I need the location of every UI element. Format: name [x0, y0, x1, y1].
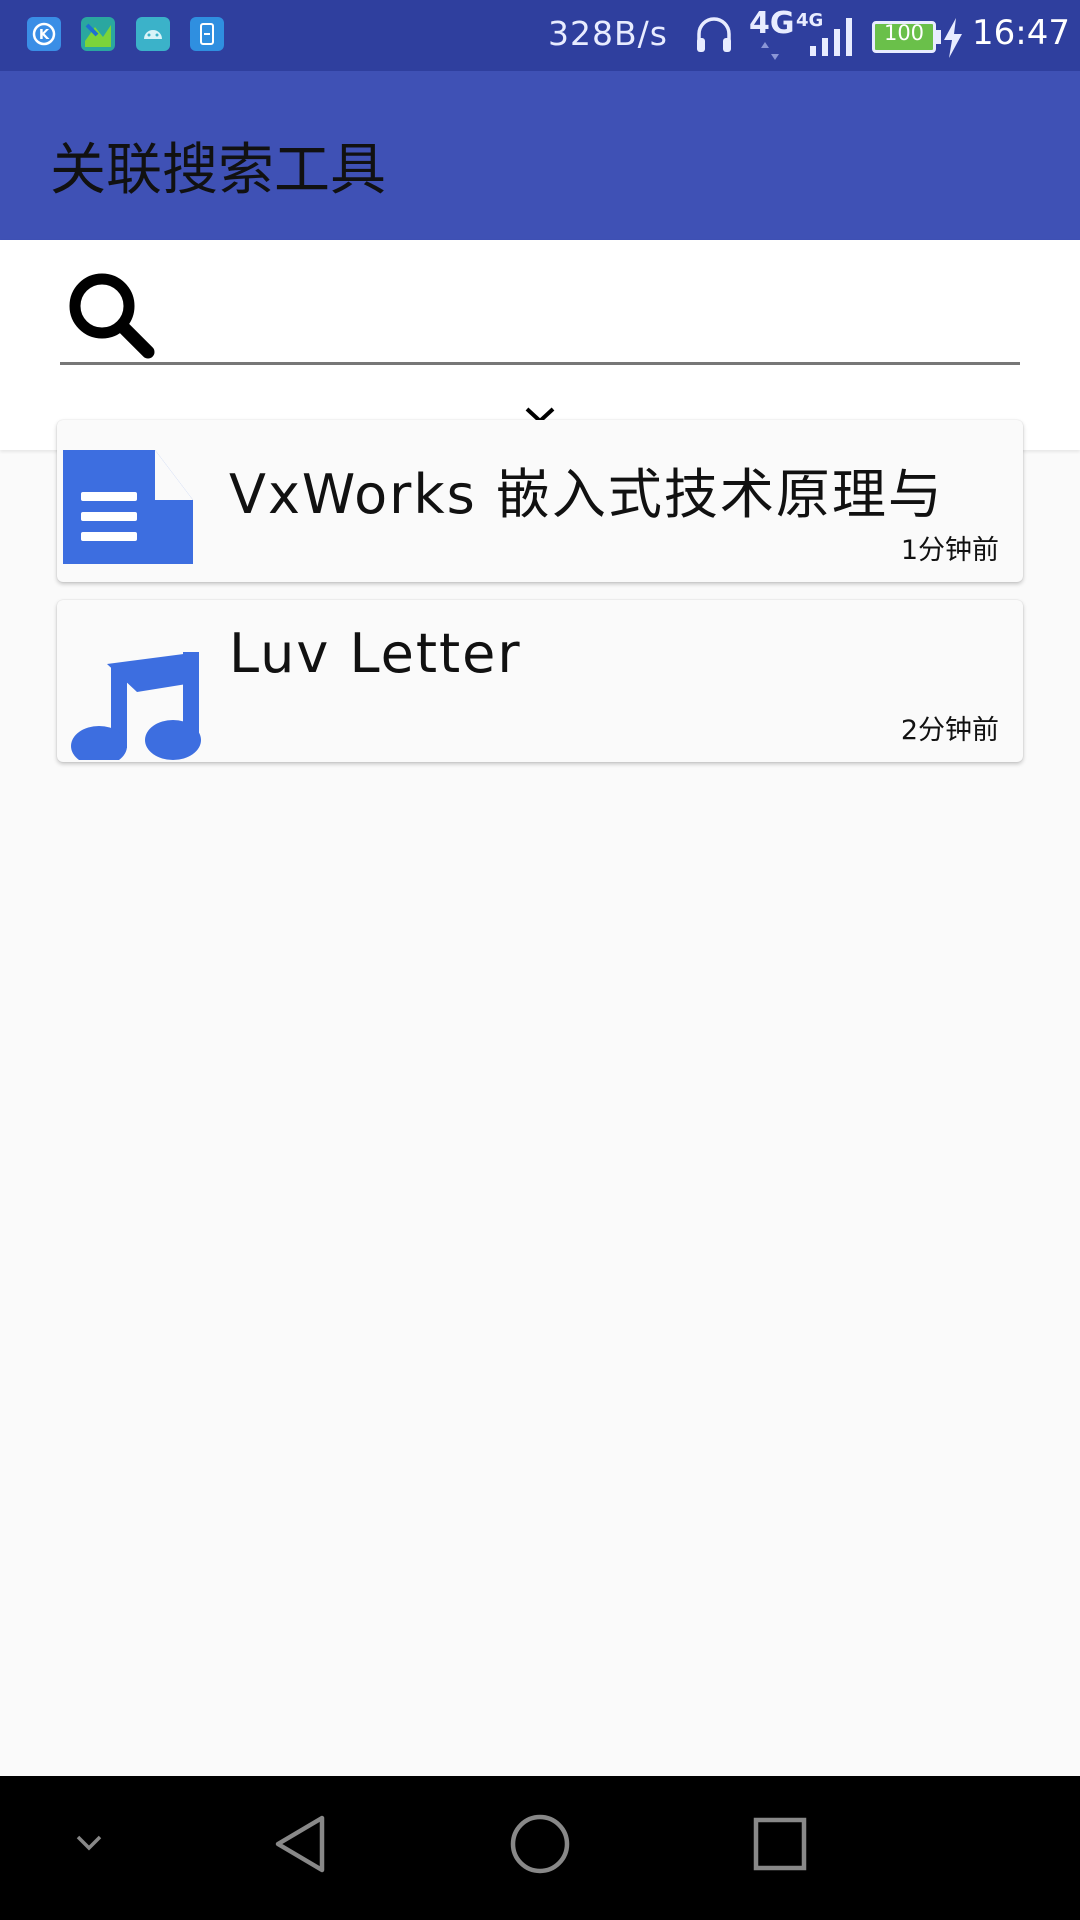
k-app-icon: K — [27, 17, 61, 51]
item-title: VxWorks 嵌入式技术原理与 — [229, 463, 944, 526]
document-icon — [63, 450, 193, 564]
android-app-icon — [136, 17, 170, 51]
status-bar: K 328B/s 4G 4G 100 16:47 — [0, 0, 1080, 71]
svg-text:K: K — [39, 28, 50, 43]
search-panel — [0, 240, 1080, 450]
tablet-app-icon — [190, 17, 224, 51]
clock: 16:47 — [972, 13, 1070, 53]
network-type-label: 4G — [749, 6, 795, 41]
app-bar: 关联搜索工具 — [0, 71, 1080, 240]
charging-icon — [944, 18, 962, 58]
home-icon[interactable] — [508, 1812, 572, 1876]
search-underline — [60, 362, 1020, 365]
item-title: Luv Letter — [229, 622, 522, 685]
data-arrows-icon — [761, 42, 779, 60]
network-speed: 328B/s — [548, 14, 668, 53]
list-item[interactable]: VxWorks 嵌入式技术原理与 1分钟前 — [57, 420, 1023, 582]
list-item[interactable]: Luv Letter 2分钟前 — [57, 600, 1023, 762]
navigation-bar — [0, 1776, 1080, 1920]
back-icon[interactable] — [272, 1814, 328, 1874]
item-time: 2分钟前 — [900, 715, 999, 746]
recents-icon[interactable] — [752, 1816, 808, 1872]
app-title: 关联搜索工具 — [50, 138, 386, 203]
signal-icon — [810, 18, 852, 56]
music-note-icon — [71, 652, 201, 760]
headphones-icon — [697, 17, 731, 52]
battery-icon: 100 — [872, 21, 936, 53]
search-input[interactable] — [170, 280, 1010, 350]
battery-tip — [936, 30, 941, 44]
item-time: 1分钟前 — [900, 535, 999, 566]
search-icon[interactable] — [62, 266, 158, 362]
collapse-icon[interactable] — [74, 1832, 104, 1854]
battery-level: 100 — [883, 21, 925, 45]
map-app-icon — [81, 17, 115, 51]
